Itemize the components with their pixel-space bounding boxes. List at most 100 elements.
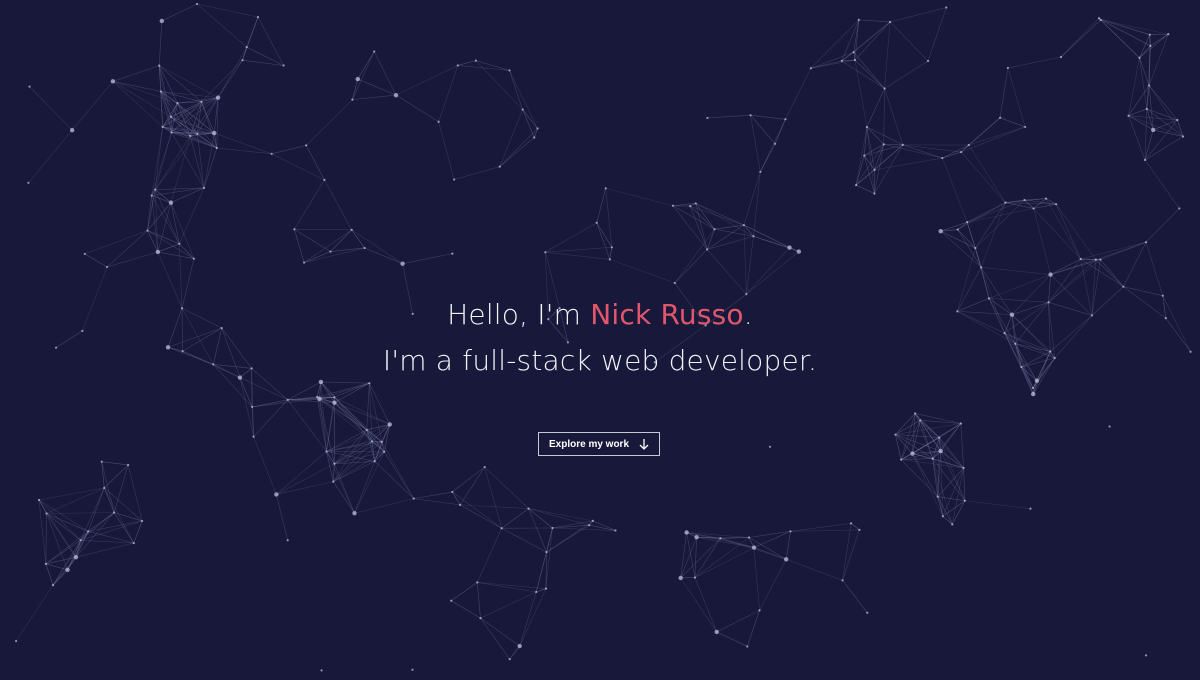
network-node — [329, 250, 332, 253]
network-edge — [326, 441, 373, 452]
network-edge — [451, 600, 481, 619]
network-node — [132, 541, 135, 545]
network-node — [14, 639, 18, 643]
network-node — [453, 178, 456, 181]
network-node — [1099, 258, 1102, 261]
network-edge — [484, 466, 502, 529]
network-node — [852, 51, 855, 54]
particle-network-background — [14, 2, 1192, 672]
network-node — [178, 242, 181, 245]
network-node — [286, 398, 289, 401]
network-node — [888, 20, 892, 24]
network-edge — [88, 520, 143, 532]
network-node — [202, 186, 206, 190]
network-edge — [785, 68, 812, 120]
network-node — [393, 92, 399, 98]
network-node — [286, 539, 289, 542]
network-node — [1006, 66, 1009, 70]
network-node — [380, 440, 383, 443]
network-node — [498, 165, 501, 168]
network-node — [215, 146, 218, 150]
network-node — [316, 395, 319, 399]
network-edge — [271, 153, 325, 181]
network-node — [783, 557, 789, 562]
network-edge — [354, 498, 414, 514]
network-node — [938, 436, 941, 439]
network-node — [980, 266, 983, 269]
network-edge — [743, 171, 761, 226]
network-edge — [605, 188, 674, 207]
explore-work-button[interactable]: Explore my work — [538, 432, 660, 456]
network-edge — [101, 461, 105, 488]
network-edge — [413, 491, 453, 499]
network-node — [1099, 18, 1102, 22]
network-edge — [842, 523, 852, 581]
network-node — [694, 535, 699, 540]
network-node — [355, 76, 360, 82]
network-node — [673, 281, 676, 285]
network-edge — [84, 230, 148, 255]
network-node — [1029, 507, 1032, 510]
network-edge — [52, 569, 68, 586]
network-edge — [528, 508, 590, 526]
network-edge — [963, 467, 966, 501]
network-edge — [902, 144, 943, 159]
network-edge — [246, 46, 284, 66]
greeting-suffix: . — [743, 298, 753, 331]
network-edge — [354, 461, 375, 514]
network-node — [373, 460, 376, 463]
network-node — [849, 522, 853, 525]
network-edge — [452, 491, 502, 529]
network-edge — [1145, 208, 1180, 243]
network-edge — [853, 21, 891, 53]
network-edge — [217, 46, 247, 98]
network-node — [411, 668, 414, 671]
network-edge — [889, 21, 929, 62]
greeting-prefix: Hello, I'm — [447, 298, 591, 331]
network-node — [479, 617, 482, 620]
network-edge — [253, 436, 277, 495]
network-edge — [695, 203, 715, 230]
network-node — [282, 64, 285, 67]
network-edge — [320, 381, 370, 384]
network-node — [747, 536, 751, 539]
network-edge — [438, 121, 455, 180]
network-node — [1055, 203, 1058, 206]
network-edge — [1080, 258, 1124, 287]
network-node — [1176, 118, 1179, 122]
network-edge — [454, 166, 500, 180]
network-edge — [609, 259, 675, 284]
network-edge — [964, 500, 1031, 509]
network-node — [189, 134, 192, 138]
network-edge — [750, 114, 786, 120]
network-edge — [1060, 19, 1101, 58]
network-edge — [975, 247, 990, 299]
network-node — [857, 18, 860, 21]
network-edge — [38, 500, 47, 564]
network-edge — [746, 236, 754, 295]
network-edge — [546, 520, 594, 553]
network-node — [1024, 125, 1027, 129]
network-node — [865, 125, 869, 129]
network-edge — [452, 491, 461, 506]
network-node — [796, 249, 802, 254]
network-edge — [967, 202, 1006, 223]
network-edge — [694, 547, 755, 578]
network-node — [44, 562, 47, 566]
network-node — [962, 466, 965, 470]
network-edge — [276, 463, 335, 495]
network-edge — [522, 109, 538, 129]
network-edge — [1048, 259, 1101, 303]
network-edge — [863, 126, 868, 156]
network-edge — [1145, 242, 1164, 296]
network-node — [938, 228, 943, 234]
network-edge — [452, 466, 485, 493]
network-edge — [1033, 203, 1057, 209]
network-edge — [87, 487, 105, 532]
network-edge — [38, 499, 81, 541]
network-edge — [499, 128, 538, 167]
network-node — [706, 116, 709, 120]
network-edge — [785, 531, 791, 560]
network-node — [352, 511, 357, 516]
network-edge — [968, 126, 1026, 146]
